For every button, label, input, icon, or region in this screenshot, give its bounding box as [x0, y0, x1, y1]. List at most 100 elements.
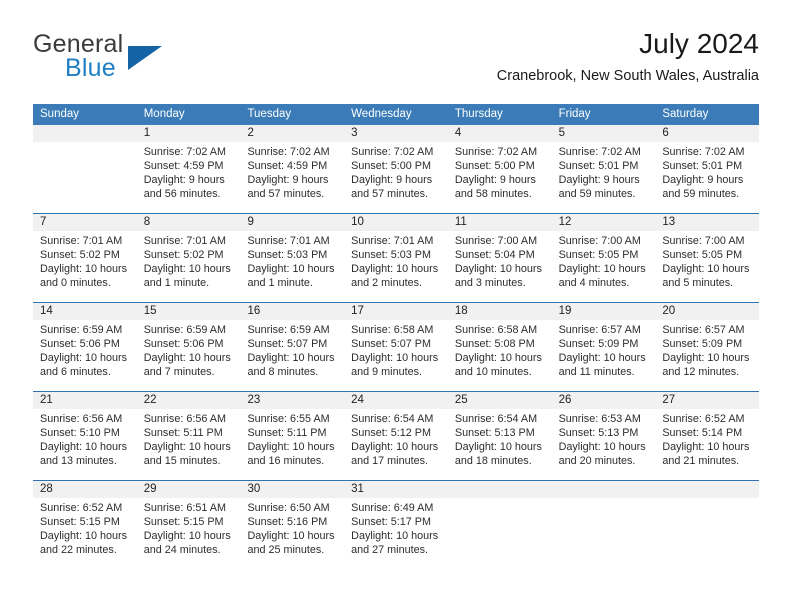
day-number[interactable]: 4	[448, 125, 552, 142]
day-number[interactable]: 21	[33, 392, 137, 409]
sunrise-text: Sunrise: 6:54 AM	[351, 413, 434, 425]
day-cell[interactable]: Sunrise: 6:58 AM Sunset: 5:08 PM Dayligh…	[448, 320, 552, 391]
sunrise-text: Sunrise: 6:55 AM	[247, 413, 330, 425]
day-cell[interactable]: Sunrise: 6:52 AM Sunset: 5:14 PM Dayligh…	[655, 409, 759, 480]
daylight-text: Daylight: 10 hours and 27 minutes.	[351, 530, 439, 557]
day-cell[interactable]: Sunrise: 6:57 AM Sunset: 5:09 PM Dayligh…	[552, 320, 656, 391]
day-number[interactable]: 20	[655, 303, 759, 320]
day-cell[interactable]	[655, 498, 759, 569]
sunrise-text: Sunrise: 6:56 AM	[40, 413, 123, 425]
sunset-text: Sunset: 5:11 PM	[247, 427, 327, 440]
day-cell[interactable]: Sunrise: 6:57 AM Sunset: 5:09 PM Dayligh…	[655, 320, 759, 391]
day-number[interactable]: 26	[552, 392, 656, 409]
day-cell[interactable]: Sunrise: 6:54 AM Sunset: 5:12 PM Dayligh…	[344, 409, 448, 480]
sunrise-text: Sunrise: 6:53 AM	[558, 413, 641, 425]
day-cell[interactable]	[33, 142, 137, 213]
day-number[interactable]: 23	[240, 392, 344, 409]
day-cell[interactable]: Sunrise: 6:50 AM Sunset: 5:16 PM Dayligh…	[240, 498, 344, 569]
logo-text-blue: Blue	[65, 54, 116, 82]
day-number[interactable]: 15	[137, 303, 241, 320]
sunset-text: Sunset: 5:02 PM	[40, 249, 120, 262]
day-number[interactable]: 28	[33, 481, 137, 498]
day-cell[interactable]: Sunrise: 7:01 AM Sunset: 5:02 PM Dayligh…	[33, 231, 137, 302]
day-cell[interactable]: Sunrise: 6:59 AM Sunset: 5:06 PM Dayligh…	[33, 320, 137, 391]
sunrise-text: Sunrise: 6:59 AM	[40, 324, 123, 336]
day-cell[interactable]: Sunrise: 7:00 AM Sunset: 5:04 PM Dayligh…	[448, 231, 552, 302]
day-cell[interactable]: Sunrise: 7:02 AM Sunset: 4:59 PM Dayligh…	[240, 142, 344, 213]
day-cell[interactable]: Sunrise: 6:52 AM Sunset: 5:15 PM Dayligh…	[33, 498, 137, 569]
day-number[interactable]: 11	[448, 214, 552, 231]
sunset-text: Sunset: 5:07 PM	[247, 338, 328, 351]
day-cell[interactable]: Sunrise: 7:02 AM Sunset: 5:01 PM Dayligh…	[552, 142, 656, 213]
day-number[interactable]: 12	[552, 214, 656, 231]
day-number[interactable]: 10	[344, 214, 448, 231]
day-number[interactable]	[33, 125, 137, 142]
day-number[interactable]: 31	[344, 481, 448, 498]
day-number[interactable]: 17	[344, 303, 448, 320]
day-cell[interactable]: Sunrise: 6:53 AM Sunset: 5:13 PM Dayligh…	[552, 409, 656, 480]
day-cell[interactable]	[448, 498, 552, 569]
day-cell[interactable]: Sunrise: 6:59 AM Sunset: 5:07 PM Dayligh…	[240, 320, 344, 391]
sunset-text: Sunset: 5:08 PM	[454, 338, 535, 351]
day-cell[interactable]: Sunrise: 7:01 AM Sunset: 5:02 PM Dayligh…	[137, 231, 241, 302]
daylight-text: Daylight: 10 hours and 21 minutes.	[662, 441, 750, 468]
sunset-text: Sunset: 5:04 PM	[454, 249, 535, 262]
day-number[interactable]: 16	[240, 303, 344, 320]
day-number[interactable]: 8	[137, 214, 241, 231]
day-cell[interactable]: Sunrise: 6:54 AM Sunset: 5:13 PM Dayligh…	[448, 409, 552, 480]
daylight-text: Daylight: 10 hours and 4 minutes.	[558, 263, 646, 290]
day-number[interactable]: 3	[344, 125, 448, 142]
day-cell[interactable]: Sunrise: 6:59 AM Sunset: 5:06 PM Dayligh…	[137, 320, 241, 391]
daylight-text: Daylight: 10 hours and 0 minutes.	[40, 263, 128, 290]
day-number[interactable]: 5	[552, 125, 656, 142]
day-cell[interactable]: Sunrise: 7:01 AM Sunset: 5:03 PM Dayligh…	[344, 231, 448, 302]
day-number[interactable]: 7	[33, 214, 137, 231]
day-number[interactable]	[448, 481, 552, 498]
day-number[interactable]: 27	[655, 392, 759, 409]
sunrise-text: Sunrise: 7:01 AM	[351, 235, 434, 247]
day-cell[interactable]: Sunrise: 7:02 AM Sunset: 5:00 PM Dayligh…	[344, 142, 448, 213]
day-cell[interactable]: Sunrise: 7:01 AM Sunset: 5:03 PM Dayligh…	[240, 231, 344, 302]
day-number[interactable]: 2	[240, 125, 344, 142]
day-cell[interactable]: Sunrise: 6:58 AM Sunset: 5:07 PM Dayligh…	[344, 320, 448, 391]
generalblue-logo[interactable]: General Blue	[33, 32, 263, 92]
sunset-text: Sunset: 5:13 PM	[558, 427, 639, 440]
day-number[interactable]: 19	[552, 303, 656, 320]
day-cell[interactable]: Sunrise: 6:55 AM Sunset: 5:11 PM Dayligh…	[240, 409, 344, 480]
day-cell[interactable]: Sunrise: 7:02 AM Sunset: 5:00 PM Dayligh…	[448, 142, 552, 213]
day-number[interactable]: 1	[137, 125, 241, 142]
sunrise-text: Sunrise: 7:00 AM	[454, 235, 538, 247]
day-number[interactable]: 18	[448, 303, 552, 320]
day-number[interactable]: 14	[33, 303, 137, 320]
day-cell[interactable]: Sunrise: 6:56 AM Sunset: 5:10 PM Dayligh…	[33, 409, 137, 480]
week-info-band: Sunrise: 7:02 AM Sunset: 4:59 PM Dayligh…	[33, 142, 759, 213]
sunset-text: Sunset: 5:06 PM	[143, 338, 224, 351]
day-number[interactable]: 13	[655, 214, 759, 231]
day-number[interactable]: 22	[137, 392, 241, 409]
day-cell[interactable]: Sunrise: 7:02 AM Sunset: 4:59 PM Dayligh…	[137, 142, 241, 213]
day-number[interactable]	[552, 481, 656, 498]
daylight-text: Daylight: 9 hours and 59 minutes.	[558, 174, 640, 201]
day-number[interactable]	[655, 481, 759, 498]
daylight-text: Daylight: 10 hours and 2 minutes.	[351, 263, 439, 290]
sunset-text: Sunset: 5:06 PM	[40, 338, 120, 351]
day-cell[interactable]: Sunrise: 7:00 AM Sunset: 5:05 PM Dayligh…	[552, 231, 656, 302]
sunset-text: Sunset: 5:00 PM	[454, 160, 535, 173]
day-number[interactable]: 25	[448, 392, 552, 409]
day-cell[interactable]	[552, 498, 656, 569]
day-number[interactable]: 30	[240, 481, 344, 498]
day-number[interactable]: 9	[240, 214, 344, 231]
day-cell[interactable]: Sunrise: 7:00 AM Sunset: 5:05 PM Dayligh…	[655, 231, 759, 302]
daylight-text: Daylight: 10 hours and 20 minutes.	[558, 441, 646, 468]
day-number[interactable]: 24	[344, 392, 448, 409]
day-cell[interactable]: Sunrise: 6:56 AM Sunset: 5:11 PM Dayligh…	[137, 409, 241, 480]
week-row: 7 8 9 10 11 12 13 Sunrise: 7:01 AM Sunse…	[33, 213, 759, 302]
day-number[interactable]: 6	[655, 125, 759, 142]
day-cell[interactable]: Sunrise: 6:49 AM Sunset: 5:17 PM Dayligh…	[344, 498, 448, 569]
day-number[interactable]: 29	[137, 481, 241, 498]
weekday-header-thursday: Thursday	[454, 108, 503, 120]
title-block: July 2024 Cranebrook, New South Wales, A…	[497, 28, 759, 85]
day-cell[interactable]: Sunrise: 7:02 AM Sunset: 5:01 PM Dayligh…	[655, 142, 759, 213]
daylight-text: Daylight: 9 hours and 57 minutes.	[247, 174, 329, 201]
day-cell[interactable]: Sunrise: 6:51 AM Sunset: 5:15 PM Dayligh…	[137, 498, 241, 569]
